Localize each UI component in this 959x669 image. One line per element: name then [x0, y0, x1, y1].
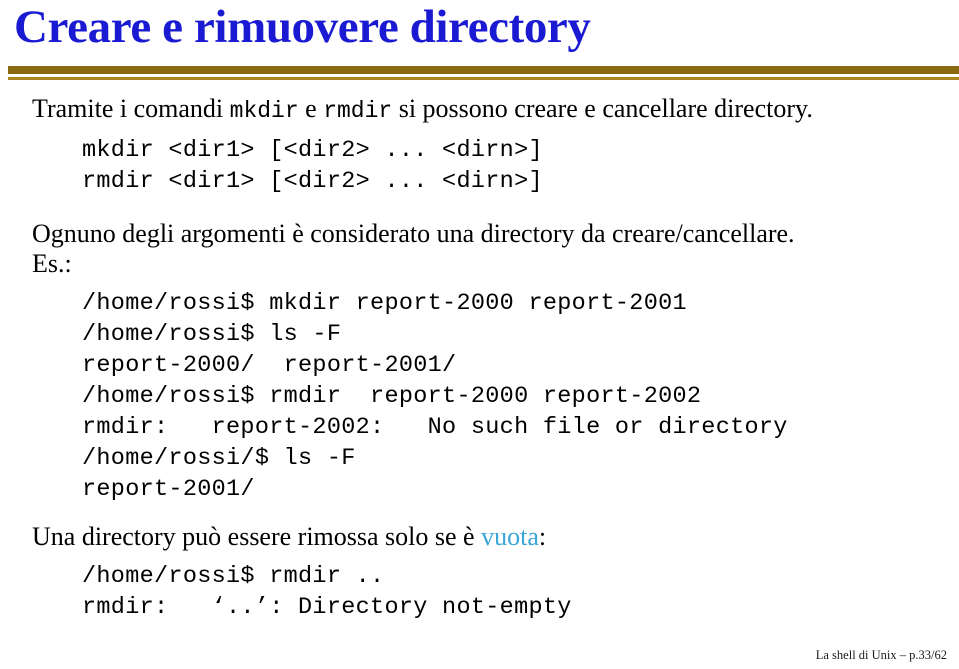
intro-command-mkdir: mkdir — [229, 98, 299, 124]
session-line: /home/rossi$ mkdir report-2000 report-20… — [82, 290, 687, 317]
session-line: /home/rossi/$ ls -F — [82, 445, 356, 472]
divider-thick-bar — [8, 66, 959, 74]
intro-text-before: Tramite i comandi — [32, 94, 230, 123]
slide-page: { "slide": { "title": "Creare e rimuover… — [0, 0, 959, 669]
syntax-line-mkdir: mkdir <dir1> [<dir2> ... <dirn>] — [82, 137, 543, 164]
empty-directory-note: Una directory può essere rimossa solo se… — [0, 522, 959, 552]
empty-note-text-after: : — [538, 522, 547, 551]
session-line: /home/rossi$ rmdir .. — [82, 563, 385, 590]
session-line: report-2000/ report-2001/ — [82, 352, 457, 379]
session-line: rmdir: report-2002: No such file or dire… — [82, 414, 788, 441]
example-label: Es.: — [32, 249, 72, 278]
intro-command-rmdir: rmdir — [323, 98, 393, 124]
empty-note-highlight: vuota — [481, 522, 539, 551]
argument-note: Ognuno degli argomenti è considerato una… — [32, 219, 795, 248]
session-line: rmdir: ‘..’: Directory not-empty — [82, 594, 572, 621]
intro-paragraph: Tramite i comandi mkdir e rmdir si posso… — [0, 94, 959, 126]
intro-text-after: si possono creare e cancellare directory… — [392, 94, 813, 123]
slide-content: Tramite i comandi mkdir e rmdir si posso… — [0, 94, 959, 623]
title-divider — [8, 66, 959, 82]
divider-thin-bar — [8, 77, 959, 80]
syntax-line-rmdir: rmdir <dir1> [<dir2> ... <dirn>] — [82, 168, 543, 195]
session-line: report-2001/ — [82, 476, 255, 503]
page-title: Creare e rimuovere directory — [14, 1, 591, 53]
intro-text-between: e — [298, 94, 324, 123]
session-line: /home/rossi$ rmdir report-2000 report-20… — [82, 383, 702, 410]
session-line: /home/rossi$ ls -F — [82, 321, 342, 348]
empty-note-text-before: Una directory può essere rimossa solo se… — [32, 522, 482, 551]
slide-footer: La shell di Unix – p.33/62 — [815, 648, 947, 662]
